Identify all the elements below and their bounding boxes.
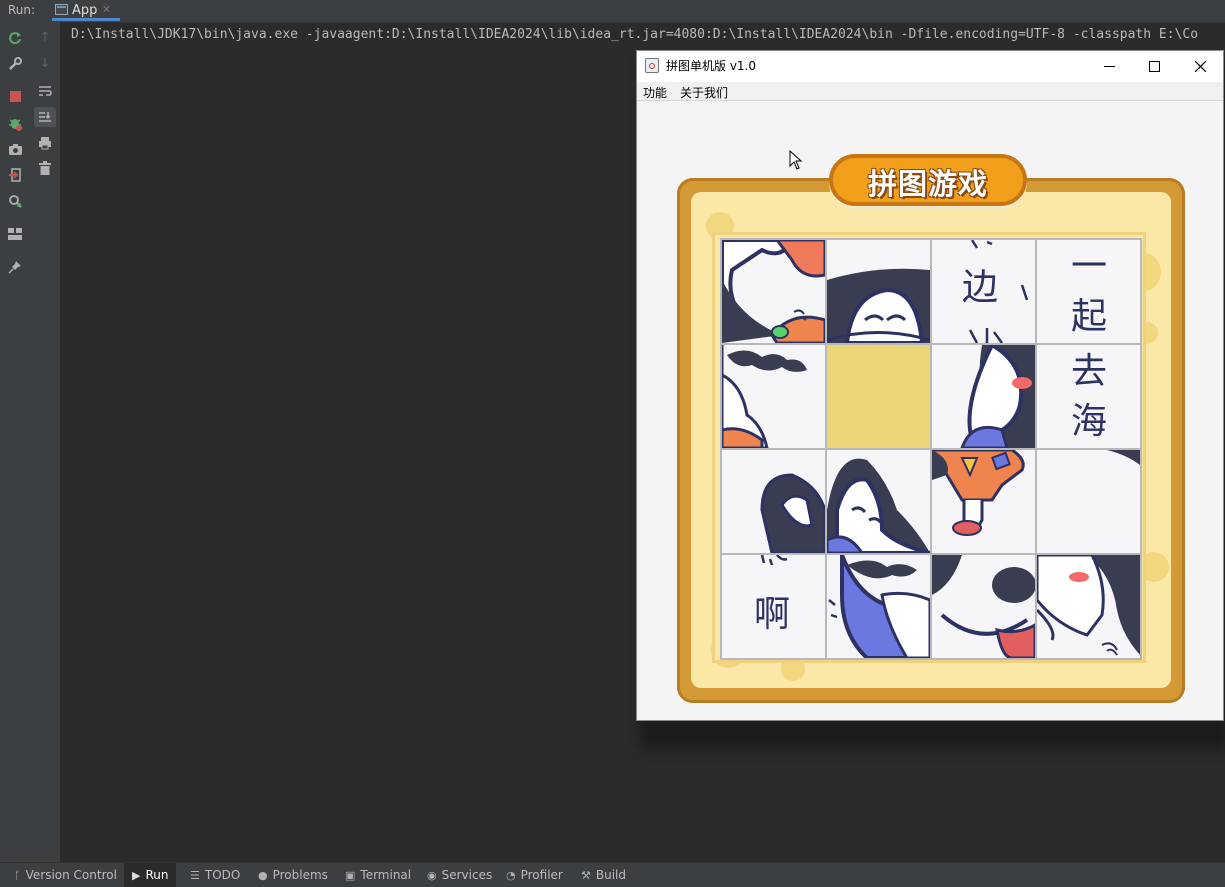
info-icon: ●	[258, 868, 268, 882]
java-icon	[645, 58, 659, 73]
run-toolwindow-header: Run: App ✕	[0, 0, 1225, 23]
tab-profiler-label: Profiler	[520, 868, 563, 882]
maximize-button[interactable]	[1131, 51, 1177, 81]
run-actions-toolbar	[0, 22, 32, 862]
puzzle-tile[interactable]: 去海	[1037, 345, 1140, 448]
console-output: D:\Install\JDK17\bin\java.exe -javaagent…	[71, 27, 1199, 42]
puzzle-tile[interactable]	[1037, 555, 1140, 658]
tab-version-control[interactable]: ᚴ Version Control	[10, 863, 121, 887]
tile-glyph: 去海	[1070, 351, 1107, 442]
wrench-icon[interactable]	[7, 56, 23, 72]
puzzle-tile[interactable]	[827, 240, 930, 343]
run-label: Run:	[8, 3, 36, 17]
tab-services[interactable]: ◉ Services	[423, 863, 496, 887]
tab-run[interactable]: ▶ Run	[124, 863, 177, 887]
services-icon: ◉	[427, 868, 437, 882]
arrow-up-icon[interactable]: ↑	[37, 30, 53, 46]
tool-window-bar: ᚴ Version Control ▶ Run ☰ TODO ● Problem…	[0, 862, 1225, 887]
run-icon: ▶	[132, 868, 141, 882]
rerun-icon[interactable]	[7, 30, 23, 46]
tab-profiler[interactable]: ◔ Profiler	[502, 863, 567, 887]
tab-app[interactable]: App ✕	[52, 0, 120, 21]
puzzle-grid: 边 一起 去 海 啊	[720, 238, 1142, 660]
minimize-button[interactable]	[1086, 51, 1132, 81]
debug-icon[interactable]	[7, 115, 23, 131]
trash-icon[interactable]	[37, 160, 53, 176]
branch-icon: ᚴ	[14, 868, 21, 882]
search-icon[interactable]	[7, 193, 23, 209]
puzzle-tile[interactable]	[722, 240, 825, 343]
tab-run-label: Run	[145, 868, 169, 882]
puzzle-tile[interactable]: 一起	[1037, 240, 1140, 343]
application-icon	[55, 4, 68, 15]
tab-app-label: App	[72, 3, 98, 18]
puzzle-tile[interactable]	[932, 345, 1035, 448]
soft-wrap-icon[interactable]	[37, 83, 53, 99]
tab-version-control-label: Version Control	[25, 868, 117, 882]
tab-terminal[interactable]: ▣ Terminal	[341, 863, 415, 887]
tab-problems-label: Problems	[272, 868, 328, 882]
tab-build[interactable]: ⚒ Build	[577, 863, 630, 887]
puzzle-tile[interactable]	[1037, 450, 1140, 553]
game-title: 拼图游戏	[867, 167, 988, 201]
menu-function[interactable]: 功能	[643, 84, 667, 101]
window-menubar: 功能 关于我们	[637, 82, 1223, 101]
hammer-icon: ⚒	[581, 868, 591, 882]
close-icon[interactable]: ✕	[102, 3, 111, 16]
window-titlebar[interactable]: 拼图单机版 v1.0	[637, 51, 1223, 82]
console-actions-toolbar: ↑ ↓	[31, 22, 61, 862]
arrow-down-icon[interactable]: ↓	[37, 56, 53, 72]
game-title-banner: 拼图游戏	[829, 154, 1027, 206]
print-icon[interactable]	[37, 135, 53, 151]
window-title: 拼图单机版 v1.0	[666, 59, 757, 73]
puzzle-tile[interactable]: 边	[932, 240, 1035, 343]
profiler-icon: ◔	[506, 868, 516, 882]
puzzle-tile[interactable]	[827, 450, 930, 553]
puzzle-tile[interactable]: 啊	[722, 555, 825, 658]
exit-icon[interactable]	[7, 167, 23, 183]
scroll-to-end-icon[interactable]	[34, 107, 56, 127]
tab-terminal-label: Terminal	[360, 868, 412, 882]
tab-todo[interactable]: ☰ TODO	[186, 863, 244, 887]
tab-todo-label: TODO	[204, 868, 241, 882]
stop-icon[interactable]	[7, 88, 23, 104]
blank-tile[interactable]	[827, 345, 930, 448]
tab-build-label: Build	[595, 868, 626, 882]
pin-icon[interactable]	[7, 259, 23, 275]
layout-icon[interactable]	[7, 226, 23, 242]
tab-problems[interactable]: ● Problems	[254, 863, 332, 887]
puzzle-game-window: 拼图单机版 v1.0 功能 关于我们 边 一 起 去 海 啊 拼图游戏	[636, 50, 1224, 721]
puzzle-tile[interactable]	[722, 450, 825, 553]
menu-about-us[interactable]: 关于我们	[680, 84, 728, 101]
puzzle-tile[interactable]	[932, 555, 1035, 658]
puzzle-tile[interactable]	[932, 450, 1035, 553]
tile-glyph: 一起	[1070, 246, 1107, 337]
close-button[interactable]	[1177, 51, 1223, 81]
terminal-icon: ▣	[345, 868, 356, 882]
tab-services-label: Services	[441, 868, 493, 882]
camera-icon[interactable]	[7, 141, 23, 157]
puzzle-tile[interactable]	[827, 555, 930, 658]
list-icon: ☰	[190, 868, 200, 882]
puzzle-tile[interactable]	[722, 345, 825, 448]
mouse-cursor-icon	[789, 149, 803, 174]
tile-glyph: 啊	[754, 594, 791, 635]
